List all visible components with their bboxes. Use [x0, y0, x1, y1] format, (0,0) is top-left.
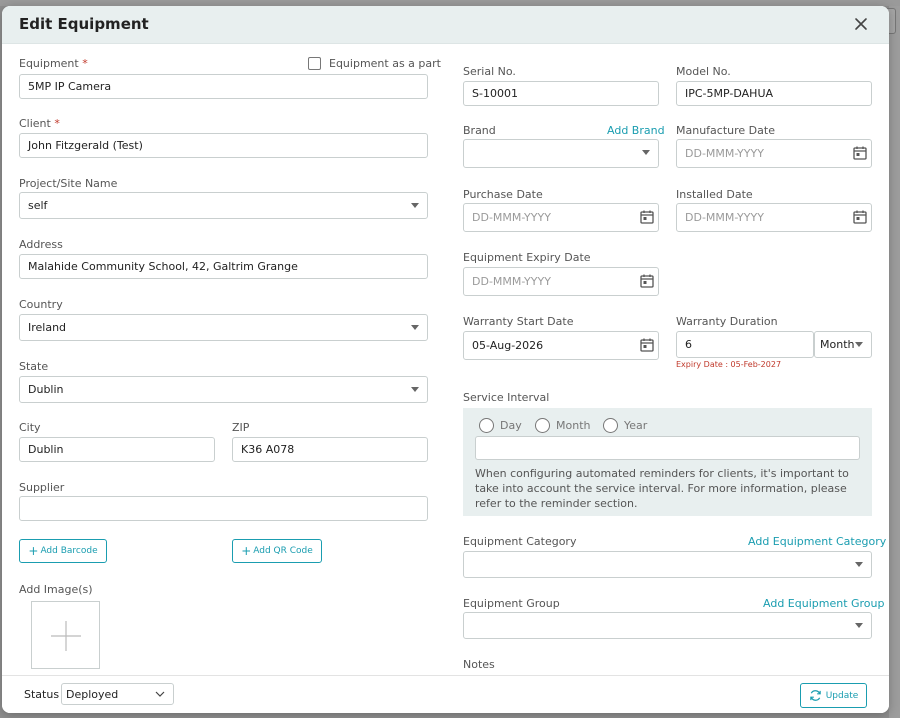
warranty-duration-input[interactable]: 6 [676, 331, 814, 358]
manufacture-date-label: Manufacture Date [676, 124, 775, 137]
equipment-group-select[interactable] [463, 612, 872, 639]
zip-label: ZIP [232, 421, 250, 434]
warranty-start-date-input[interactable]: 05-Aug-2026 [463, 331, 659, 360]
modal-title: Edit Equipment [19, 15, 149, 33]
calendar-icon[interactable] [639, 209, 655, 225]
equipment-as-part-checkbox[interactable] [308, 57, 321, 70]
brand-label: Brand [463, 124, 496, 137]
service-interval-label: Service Interval [463, 391, 550, 404]
calendar-icon[interactable] [639, 337, 655, 353]
zip-input[interactable]: K36 A078 [232, 437, 428, 462]
chevron-down-icon [155, 691, 165, 697]
purchase-date-input[interactable]: DD-MMM-YYYY [463, 203, 659, 232]
state-select[interactable]: Dublin [19, 376, 428, 403]
update-label: Update [825, 690, 859, 701]
close-button[interactable] [851, 14, 871, 34]
purchase-date-label: Purchase Date [463, 188, 543, 201]
add-image-dropzone[interactable] [31, 601, 100, 669]
close-icon [855, 18, 867, 30]
address-label: Address [19, 238, 63, 251]
equipment-as-part-label: Equipment as a part [329, 57, 441, 70]
backdrop-side [889, 6, 900, 718]
add-qr-code-button[interactable]: + Add QR Code [232, 539, 322, 563]
add-equipment-category-link[interactable]: Add Equipment Category [748, 535, 886, 548]
status-label: Status [24, 688, 60, 701]
service-day-radio[interactable] [479, 418, 494, 433]
status-value: Deployed [66, 687, 119, 701]
modal-header: Edit Equipment [2, 6, 889, 44]
edit-equipment-modal: Edit Equipment Equipment * Equipment as … [2, 6, 889, 713]
refresh-icon [809, 690, 821, 701]
model-input[interactable]: IPC-5MP-DAHUA [676, 81, 872, 106]
service-month-label: Month [556, 419, 591, 432]
manufacture-date-input[interactable]: DD-MMM-YYYY [676, 139, 872, 168]
supplier-label: Supplier [19, 481, 65, 494]
installed-date-label: Installed Date [676, 188, 753, 201]
project-label: Project/Site Name [19, 177, 118, 190]
date-placeholder: DD-MMM-YYYY [685, 147, 764, 160]
project-select[interactable]: self [19, 192, 428, 219]
plus-icon: + [28, 544, 39, 558]
client-label: Client * [19, 117, 60, 130]
calendar-icon[interactable] [852, 209, 868, 225]
warranty-duration-label: Warranty Duration [676, 315, 778, 328]
service-day-label: Day [500, 419, 522, 432]
serial-label: Serial No. [463, 65, 516, 78]
equipment-category-label: Equipment Category [463, 535, 577, 548]
equipment-label: Equipment * [19, 57, 88, 70]
add-barcode-button[interactable]: + Add Barcode [19, 539, 107, 563]
equipment-expiry-date-input[interactable]: DD-MMM-YYYY [463, 267, 659, 296]
date-placeholder: DD-MMM-YYYY [685, 211, 764, 224]
warranty-start-date-label: Warranty Start Date [463, 315, 574, 328]
add-brand-link[interactable]: Add Brand [607, 124, 665, 137]
warranty-start-value: 05-Aug-2026 [472, 339, 544, 352]
warranty-expiry-text: Expiry Date : 05-Feb-2027 [676, 360, 782, 369]
service-interval-input[interactable] [475, 436, 860, 460]
add-images-label: Add Image(s) [19, 583, 93, 596]
service-interval-panel: Day Month Year When configuring automate… [463, 408, 872, 516]
model-label: Model No. [676, 65, 731, 78]
calendar-icon[interactable] [639, 273, 655, 289]
country-select[interactable]: Ireland [19, 314, 428, 341]
add-equipment-group-link[interactable]: Add Equipment Group [763, 597, 885, 610]
brand-select[interactable] [463, 139, 659, 168]
client-input[interactable]: John Fitzgerald (Test) [19, 133, 428, 158]
installed-date-input[interactable]: DD-MMM-YYYY [676, 203, 872, 232]
update-button[interactable]: Update [800, 683, 867, 708]
modal-footer: Status Deployed Update [2, 675, 889, 713]
notes-label: Notes [463, 658, 495, 671]
service-interval-note: When configuring automated reminders for… [475, 467, 849, 510]
country-label: Country [19, 298, 63, 311]
supplier-input[interactable] [19, 496, 428, 521]
service-month-radio[interactable] [535, 418, 550, 433]
equipment-expiry-date-label: Equipment Expiry Date [463, 251, 591, 264]
plus-icon: + [241, 544, 252, 558]
plus-icon [51, 621, 81, 651]
equipment-input[interactable]: 5MP IP Camera [19, 74, 428, 99]
calendar-icon[interactable] [852, 145, 868, 161]
add-qr-label: Add QR Code [253, 546, 313, 556]
status-select[interactable]: Deployed [61, 683, 174, 705]
serial-input[interactable]: S-10001 [463, 81, 659, 106]
equipment-category-select[interactable] [463, 551, 872, 578]
date-placeholder: DD-MMM-YYYY [472, 275, 551, 288]
address-textarea[interactable]: Malahide Community School, 42, Galtrim G… [19, 254, 428, 279]
service-year-radio[interactable] [603, 418, 618, 433]
service-year-label: Year [624, 419, 648, 432]
city-label: City [19, 421, 41, 434]
date-placeholder: DD-MMM-YYYY [472, 211, 551, 224]
city-input[interactable]: Dublin [19, 437, 215, 462]
warranty-unit-select[interactable]: Month [814, 331, 872, 358]
equipment-group-label: Equipment Group [463, 597, 560, 610]
state-label: State [19, 360, 49, 373]
add-barcode-label: Add Barcode [40, 546, 98, 556]
